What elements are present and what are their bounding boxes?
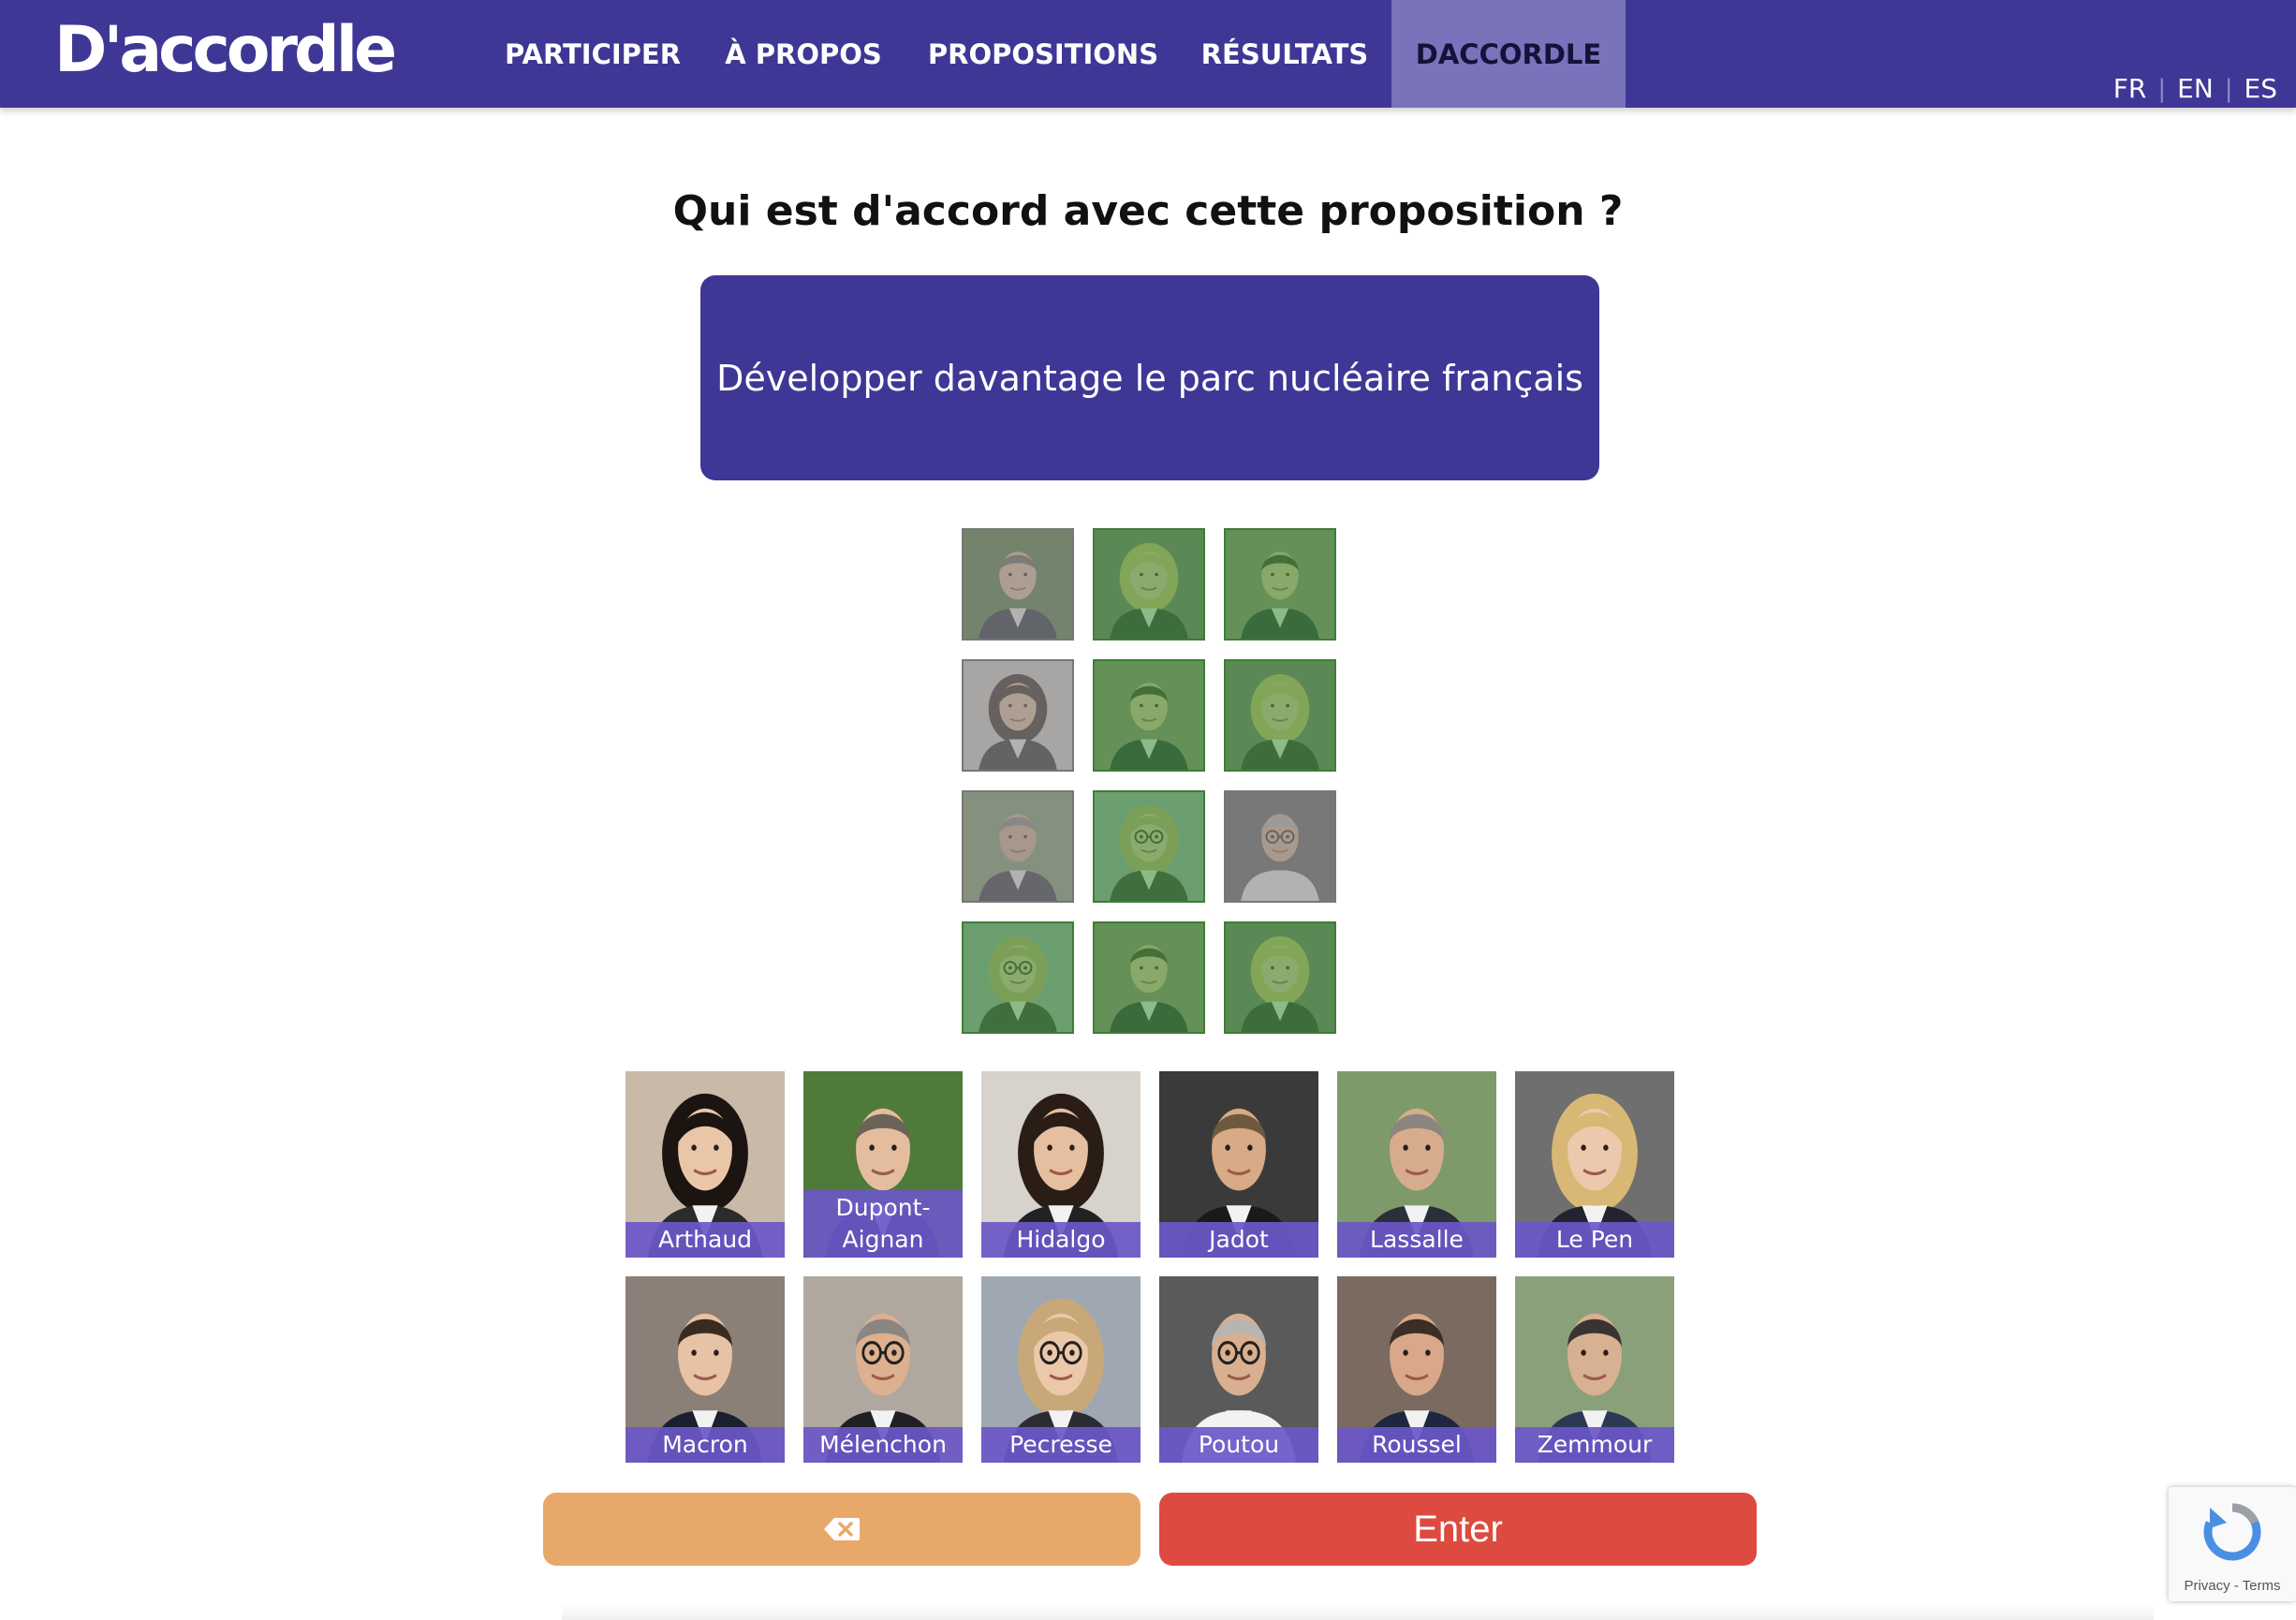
nav-participer[interactable]: PARTICIPER	[487, 0, 699, 108]
backspace-icon	[824, 1518, 860, 1540]
lang-fr[interactable]: FR	[2102, 73, 2158, 104]
candidate-name: Macron	[626, 1427, 785, 1463]
guess-cell-grey	[962, 790, 1074, 903]
guess-cell-green	[1093, 528, 1205, 641]
le-pen-thumb-icon	[1226, 923, 1334, 1032]
candidate-name: Zemmour	[1515, 1427, 1674, 1463]
nav-propositions[interactable]: PROPOSITIONS	[908, 0, 1178, 108]
nav-daccordle-active[interactable]: DACCORDLE	[1391, 0, 1626, 108]
candidate-picker: Arthaud Dupont- Aignan Hidalgo Jadot Las…	[626, 1071, 1674, 1463]
candidate-pecresse[interactable]: Pecresse	[981, 1276, 1141, 1463]
guess-cell-green	[1224, 659, 1336, 772]
candidate-arthaud[interactable]: Arthaud	[626, 1071, 785, 1258]
poutou-thumb-icon	[1226, 792, 1334, 901]
proposal-card: Développer davantage le parc nucléaire f…	[700, 275, 1599, 480]
candidate-le-pen[interactable]: Le Pen	[1515, 1071, 1674, 1258]
recaptcha-icon	[2203, 1503, 2261, 1561]
guess-cell-green	[962, 921, 1074, 1034]
page-bottom-shadow	[562, 1603, 2154, 1620]
guess-cell-grey	[962, 528, 1074, 641]
recaptcha-links[interactable]: Privacy - Terms	[2169, 1578, 2296, 1594]
proposal-text: Développer davantage le parc nucléaire f…	[716, 357, 1583, 399]
lang-es[interactable]: ES	[2233, 73, 2289, 104]
enter-button[interactable]: Enter	[1159, 1493, 1757, 1566]
language-switcher: FR | EN | ES	[2102, 73, 2289, 104]
guess-cell-green	[1093, 659, 1205, 772]
guess-cell-green	[1093, 921, 1205, 1034]
le-pen-thumb-icon	[1226, 661, 1334, 770]
nav-resultats[interactable]: RÉSULTATS	[1178, 0, 1391, 108]
candidate-poutou[interactable]: Poutou	[1159, 1276, 1318, 1463]
candidate-name: Lassalle	[1337, 1222, 1496, 1258]
candidate-roussel[interactable]: Roussel	[1337, 1276, 1496, 1463]
recaptcha-badge[interactable]: Privacy - Terms	[2169, 1487, 2296, 1601]
candidate-name: Le Pen	[1515, 1222, 1674, 1258]
le-pen-thumb-icon	[1095, 530, 1203, 639]
candidate-name: Arthaud	[626, 1222, 785, 1258]
lang-separator: |	[2157, 74, 2167, 103]
dupont-aignan-thumb-icon	[964, 530, 1072, 639]
candidate-melenchon[interactable]: Mélenchon	[803, 1276, 963, 1463]
pecresse-thumb-icon	[1095, 792, 1203, 901]
candidate-name: Poutou	[1159, 1427, 1318, 1463]
candidate-name: Pecresse	[981, 1427, 1141, 1463]
lang-en[interactable]: EN	[2166, 73, 2225, 104]
candidate-name: Mélenchon	[803, 1427, 963, 1463]
backspace-button[interactable]	[543, 1493, 1141, 1566]
candidate-lassalle[interactable]: Lassalle	[1337, 1071, 1496, 1258]
guess-cell-grey	[1224, 790, 1336, 903]
candidate-name: Jadot	[1159, 1222, 1318, 1258]
macron-thumb-icon	[1226, 530, 1334, 639]
candidate-name: Hidalgo	[981, 1222, 1141, 1258]
question-heading: Qui est d'accord avec cette proposition …	[672, 187, 1624, 235]
guess-grid	[962, 528, 1336, 1034]
nav-a-propos[interactable]: À PROPOS	[699, 0, 908, 108]
guess-cell-green	[1093, 790, 1205, 903]
candidate-zemmour[interactable]: Zemmour	[1515, 1276, 1674, 1463]
lang-separator: |	[2224, 74, 2233, 103]
macron-thumb-icon	[1095, 661, 1203, 770]
hidalgo-thumb-icon	[964, 661, 1072, 770]
main-nav: PARTICIPER À PROPOS PROPOSITIONS RÉSULTA…	[487, 0, 1626, 108]
macron-thumb-icon	[1095, 923, 1203, 1032]
guess-cell-grey	[962, 659, 1074, 772]
candidate-macron[interactable]: Macron	[626, 1276, 785, 1463]
pecresse-thumb-icon	[964, 923, 1072, 1032]
candidate-name: Roussel	[1337, 1427, 1496, 1463]
candidate-hidalgo[interactable]: Hidalgo	[981, 1071, 1141, 1258]
guess-cell-green	[1224, 921, 1336, 1034]
candidate-jadot[interactable]: Jadot	[1159, 1071, 1318, 1258]
candidate-dupont-aignan[interactable]: Dupont- Aignan	[803, 1071, 963, 1258]
site-logo[interactable]: D'accordle	[54, 13, 397, 87]
lassalle-thumb-icon	[964, 792, 1072, 901]
guess-cell-green	[1224, 528, 1336, 641]
top-navbar: D'accordle PARTICIPER À PROPOS PROPOSITI…	[0, 0, 2296, 108]
candidate-name: Dupont- Aignan	[803, 1190, 963, 1258]
